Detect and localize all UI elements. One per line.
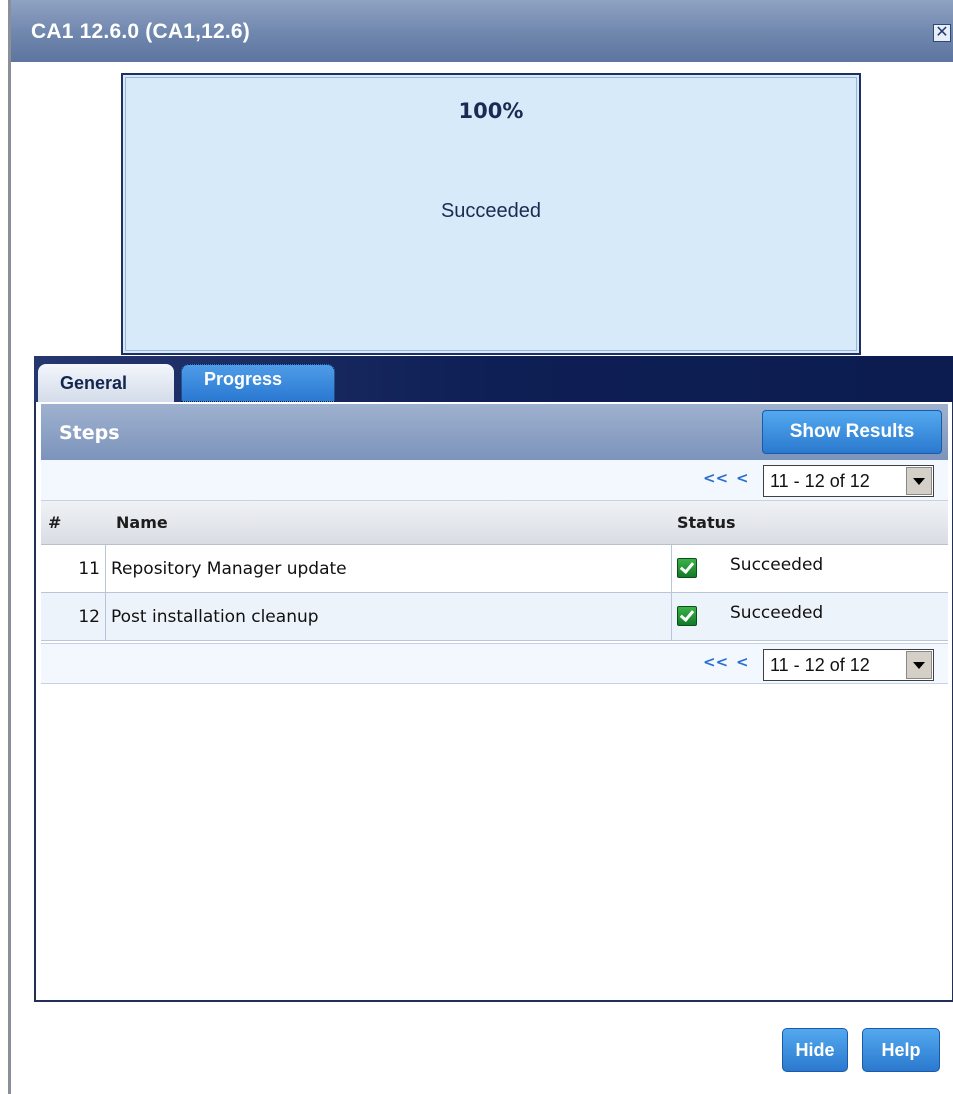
tab-progress-label: Progress [204, 369, 283, 389]
cell-num: 11 [41, 545, 106, 592]
help-button[interactable]: Help [862, 1028, 940, 1072]
job-dialog: CA1 12.6.0 (CA1,12.6) ✕ 100% Succeeded G… [8, 0, 953, 1094]
steps-content: Steps Show Results << < 11 - 12 of 12 # … [34, 402, 953, 1002]
page-range-select[interactable]: 11 - 12 of 12 [763, 465, 934, 497]
cell-name: Repository Manager update [106, 545, 672, 592]
hide-button[interactable]: Hide [782, 1028, 848, 1072]
cell-name: Post installation cleanup [106, 593, 672, 640]
tab-general-label: General [60, 373, 128, 393]
step-status: Succeeded [730, 555, 824, 575]
check-icon [677, 558, 697, 578]
page-range-value: 11 - 12 of 12 [770, 471, 870, 491]
step-name: Post installation cleanup [111, 607, 319, 627]
first-page-icon[interactable]: << [703, 469, 728, 487]
table-header: # Name Status [41, 501, 948, 545]
window-title: CA1 12.6.0 (CA1,12.6) [31, 20, 250, 43]
cell-status: Succeeded [672, 545, 948, 592]
column-header-status[interactable]: Status [677, 513, 736, 532]
check-icon [677, 606, 697, 626]
column-header-num[interactable]: # [48, 513, 61, 532]
chevron-down-icon[interactable] [906, 651, 932, 679]
table-row[interactable]: 11 Repository Manager update Succeeded [41, 545, 948, 593]
show-results-button[interactable]: Show Results [762, 410, 942, 454]
progress-panel: 100% Succeeded [121, 73, 861, 355]
progress-status: Succeeded [440, 200, 542, 222]
prev-page-icon[interactable]: < [736, 469, 749, 487]
step-number: 11 [78, 559, 100, 579]
pager-bottom: << < 11 - 12 of 12 [41, 643, 948, 684]
tab-progress[interactable]: Progress [181, 364, 335, 402]
prev-page-icon[interactable]: < [736, 653, 749, 671]
table-row[interactable]: 12 Post installation cleanup Succeeded [41, 593, 948, 641]
progress-percent: 100% [458, 99, 524, 123]
cell-num: 12 [41, 593, 106, 640]
tab-bar: General Progress [34, 356, 953, 402]
steps-header: Steps Show Results [41, 404, 948, 460]
page-range-select[interactable]: 11 - 12 of 12 [763, 649, 934, 681]
tab-general[interactable]: General [38, 364, 174, 402]
step-name: Repository Manager update [111, 559, 347, 579]
close-icon[interactable]: ✕ [933, 24, 951, 42]
page-range-value: 11 - 12 of 12 [770, 655, 870, 675]
cell-status: Succeeded [672, 593, 948, 640]
column-header-name[interactable]: Name [116, 513, 168, 532]
title-bar[interactable]: CA1 12.6.0 (CA1,12.6) ✕ [11, 0, 953, 62]
steps-title: Steps [59, 422, 120, 444]
pager-top: << < 11 - 12 of 12 [41, 460, 948, 501]
step-number: 12 [78, 607, 100, 627]
first-page-icon[interactable]: << [703, 653, 728, 671]
step-status: Succeeded [730, 603, 824, 623]
chevron-down-icon[interactable] [906, 467, 932, 495]
